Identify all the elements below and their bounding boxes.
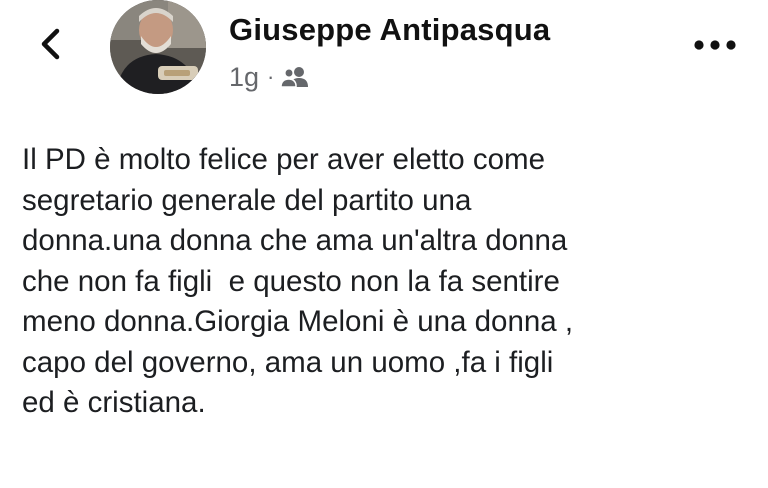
post-timestamp[interactable]: 1g bbox=[229, 62, 259, 93]
post-text: Il PD è molto felice per aver eletto com… bbox=[22, 140, 752, 424]
post-text-line: donna.una donna che ama un'altra donna bbox=[22, 224, 568, 257]
post-text-line: segretario generale del partito una bbox=[22, 183, 472, 217]
post-meta: 1g · bbox=[229, 60, 310, 94]
post-text-line: che non fa figli e questo non la fa sent… bbox=[22, 264, 560, 298]
author-name[interactable]: Giuseppe Antipasqua bbox=[229, 12, 550, 48]
more-horizontal-icon bbox=[694, 40, 736, 50]
avatar[interactable] bbox=[110, 0, 206, 94]
back-button[interactable] bbox=[30, 22, 70, 66]
chevron-left-icon bbox=[41, 28, 60, 60]
avatar-image bbox=[110, 0, 206, 94]
post-text-line: capo del governo, ama un uomo ,fa i figl… bbox=[22, 345, 554, 379]
meta-separator: · bbox=[267, 64, 275, 89]
post-header: Giuseppe Antipasqua 1g · bbox=[0, 0, 768, 110]
post-text-line: meno donna.Giorgia Meloni è una donna , bbox=[22, 305, 574, 338]
friends-icon[interactable] bbox=[280, 65, 310, 89]
more-options-button[interactable] bbox=[688, 30, 742, 60]
post-text-line: ed è cristiana. bbox=[22, 386, 206, 419]
post-text-line: Il PD è molto felice per aver eletto com… bbox=[22, 143, 546, 176]
